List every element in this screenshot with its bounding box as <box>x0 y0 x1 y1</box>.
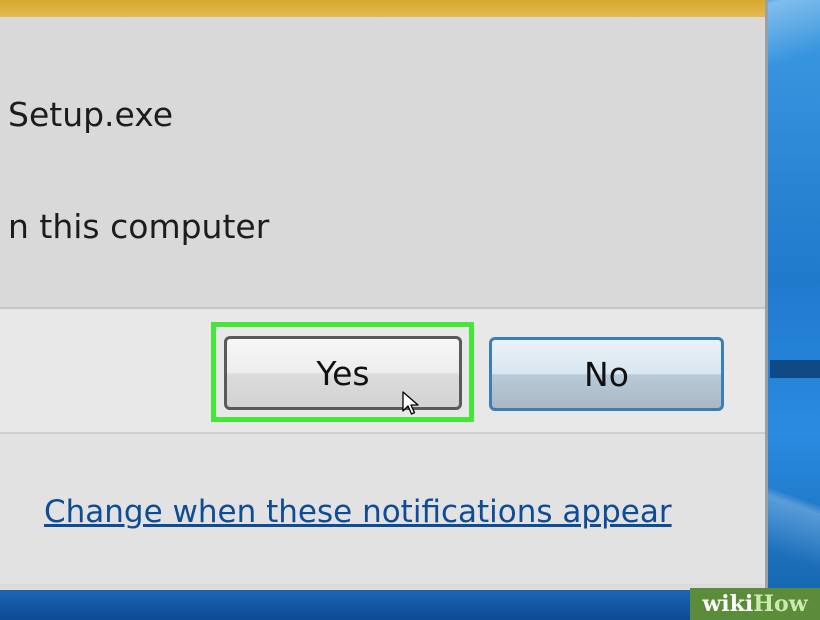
no-button[interactable]: No <box>489 337 724 411</box>
change-notifications-link[interactable]: Change when these notifications appear <box>44 494 672 530</box>
mouse-pointer-icon <box>402 391 419 415</box>
dialog-titlebar <box>0 0 765 17</box>
wikihow-logo-part2: How <box>753 591 808 617</box>
desktop-element <box>770 360 820 378</box>
wikihow-logo: wiki How <box>690 588 820 620</box>
uac-dialog: Setup.exe n this computer Yes No Change … <box>0 0 768 590</box>
taskbar <box>0 590 690 620</box>
yes-button-label: Yes <box>316 353 370 393</box>
dialog-content: Setup.exe n this computer <box>0 17 765 307</box>
yes-button[interactable]: Yes <box>224 336 462 410</box>
program-name-text: Setup.exe <box>8 95 174 134</box>
publisher-text: n this computer <box>8 207 270 246</box>
no-button-label: No <box>584 354 629 394</box>
wikihow-logo-part1: wiki <box>702 591 754 617</box>
